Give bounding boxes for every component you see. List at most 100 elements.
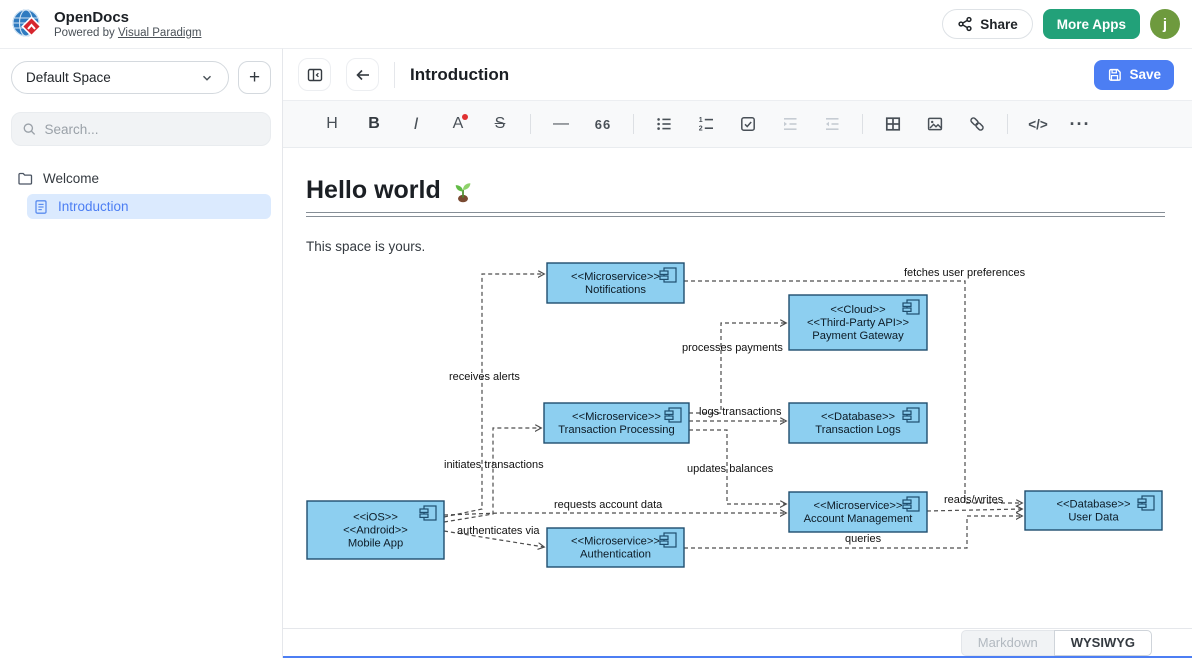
diagram-edge-receives-alerts	[444, 274, 544, 517]
add-page-button[interactable]: +	[238, 61, 271, 94]
visual-paradigm-link[interactable]: Visual Paradigm	[118, 27, 202, 39]
indent-icon	[781, 115, 799, 133]
bold-button[interactable]: B	[359, 109, 389, 139]
more-options-button[interactable]: ···	[1065, 109, 1095, 139]
document-paragraph: This space is yours.	[306, 239, 1165, 254]
share-label: Share	[980, 17, 1018, 32]
svg-text:2: 2	[699, 126, 703, 133]
outdent-icon	[823, 115, 841, 133]
page-tree: Welcome Introduction	[11, 166, 271, 219]
document-canvas[interactable]: Hello world This space is yours. receive…	[283, 148, 1192, 628]
bullet-list-icon	[655, 115, 673, 133]
diagram-svg: receives alerts initiates transactions aut…	[306, 261, 1164, 571]
svg-text:<<Microservice>>Account Manage: <<Microservice>>Account Management	[804, 500, 914, 525]
svg-text:<<Database>>Transaction Logs: <<Database>>Transaction Logs	[815, 411, 901, 436]
powered-by: Powered by Visual Paradigm	[54, 26, 201, 40]
space-row: Default Space +	[11, 61, 271, 94]
app-title: OpenDocs	[54, 9, 201, 26]
arrow-left-icon	[354, 66, 372, 84]
app-header: OpenDocs Powered by Visual Paradigm Shar…	[0, 0, 1192, 48]
diagram-edge-label-initiates-transactions: initiates transactions	[444, 459, 544, 471]
table-button[interactable]	[878, 109, 908, 139]
save-button[interactable]: Save	[1094, 60, 1174, 90]
diagram-edge-label-processes-payments: processes payments	[682, 342, 783, 354]
save-icon	[1107, 67, 1122, 82]
opendocs-logo	[10, 7, 45, 42]
search-input[interactable]	[44, 122, 260, 137]
horizontal-rule-button[interactable]: —	[546, 109, 576, 139]
more-apps-button[interactable]: More Apps	[1043, 9, 1140, 39]
panel-left-icon	[306, 66, 324, 84]
diagram-edge-label-queries: queries	[845, 533, 882, 545]
brand: OpenDocs Powered by Visual Paradigm	[10, 7, 201, 42]
space-selector-value: Default Space	[26, 70, 111, 85]
tab-markdown[interactable]: Markdown	[961, 630, 1054, 656]
tree-item-label: Introduction	[58, 199, 129, 214]
space-selector[interactable]: Default Space	[11, 61, 229, 94]
seedling-emoji	[450, 178, 476, 204]
header-actions: Share More Apps j	[942, 9, 1180, 39]
format-divider	[633, 114, 634, 134]
diagram-edge-requests-account-data	[444, 513, 786, 515]
powered-by-text: Powered by	[54, 27, 118, 39]
avatar[interactable]: j	[1150, 9, 1180, 39]
heading-rule	[306, 212, 1165, 217]
code-button[interactable]: </>	[1023, 109, 1053, 139]
document-icon	[33, 199, 49, 215]
diagram-node-account-management: <<Microservice>>Account Management	[789, 492, 927, 532]
blockquote-button[interactable]: 66	[588, 109, 618, 139]
strikethrough-button[interactable]: S	[485, 109, 515, 139]
indent-button[interactable]	[775, 109, 805, 139]
strikethrough-glyph: S	[495, 115, 506, 133]
back-button[interactable]	[346, 58, 379, 91]
diagram-node-mobile-app: <<iOS>><<Android>>Mobile App	[307, 501, 444, 559]
diagram-edge-label-requests-account-data: requests account data	[554, 499, 663, 511]
chevron-down-icon	[200, 71, 214, 85]
task-list-icon	[739, 115, 757, 133]
heading-text: Hello world	[306, 176, 441, 205]
save-label: Save	[1129, 67, 1161, 82]
diagram-node-transaction-logs: <<Database>>Transaction Logs	[789, 403, 927, 443]
diagram-edge-label-authenticates-via: authenticates via	[457, 525, 540, 537]
svg-text:<<Microservice>>Transaction Pr: <<Microservice>>Transaction Processing	[558, 411, 675, 436]
link-icon	[968, 115, 986, 133]
bullet-list-button[interactable]	[649, 109, 679, 139]
image-icon	[926, 115, 944, 133]
diagram-edge-label-fetches-user-preferences: fetches user preferences	[904, 267, 1026, 279]
search-icon	[22, 121, 36, 137]
doc-toolbar: Introduction Save	[283, 49, 1192, 100]
search-box[interactable]	[11, 112, 271, 146]
diagram-node-authentication: <<Microservice>>Authentication	[547, 528, 684, 567]
heading-button[interactable]: H	[317, 109, 347, 139]
table-icon	[884, 115, 902, 133]
numbered-list-button[interactable]: 1 2	[691, 109, 721, 139]
link-button[interactable]	[962, 109, 992, 139]
format-divider	[862, 114, 863, 134]
task-list-button[interactable]	[733, 109, 763, 139]
diagram-edge-label-reads-writes: reads/writes	[944, 494, 1004, 506]
font-color-button[interactable]: A	[443, 109, 473, 139]
toggle-sidebar-button[interactable]	[298, 58, 331, 91]
diagram-edge-label-updates-balances: updates balances	[687, 463, 774, 475]
folder-icon	[17, 170, 34, 187]
format-divider	[530, 114, 531, 134]
sidebar-item-introduction[interactable]: Introduction	[27, 194, 271, 219]
format-divider	[1007, 114, 1008, 134]
numbered-list-icon: 1 2	[697, 115, 715, 133]
sidebar-item-welcome[interactable]: Welcome	[11, 166, 271, 191]
share-button[interactable]: Share	[942, 9, 1033, 39]
tree-item-label: Welcome	[43, 171, 99, 186]
diagram-node-payment-gateway: <<Cloud>><<Third-Party API>>Payment Gate…	[789, 295, 927, 350]
image-button[interactable]	[920, 109, 950, 139]
diagram-node-transaction-processing: <<Microservice>>Transaction Processing	[544, 403, 689, 443]
outdent-button[interactable]	[817, 109, 847, 139]
document-heading: Hello world	[306, 176, 1165, 205]
italic-button[interactable]: I	[401, 109, 431, 139]
svg-text:<<Microservice>>Authentication: <<Microservice>>Authentication	[571, 536, 660, 561]
uml-component-diagram[interactable]: receives alerts initiates transactions aut…	[306, 261, 1165, 571]
diagram-edge-label-receives-alerts: receives alerts	[449, 371, 520, 383]
editor-main: Introduction Save H B I A S — 6	[283, 48, 1192, 658]
diagram-node-user-data: <<Database>>User Data	[1025, 491, 1162, 530]
tab-wysiwyg[interactable]: WYSIWYG	[1054, 630, 1152, 656]
status-bar: Markdown WYSIWYG	[283, 628, 1192, 656]
